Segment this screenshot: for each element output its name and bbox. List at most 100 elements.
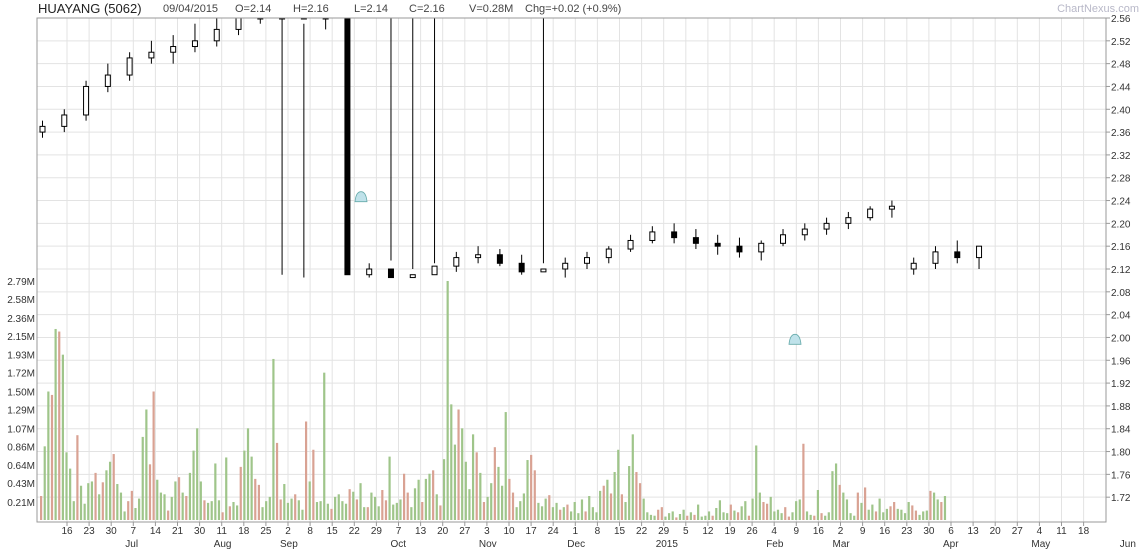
date-tick-label: 23 — [901, 526, 913, 537]
candle-body — [823, 222, 830, 230]
price-tick-label: 1.96 — [1111, 356, 1131, 367]
volume-bar — [236, 505, 239, 520]
candle-body — [344, 17, 351, 276]
volume-tick-label: 1.50M — [7, 388, 35, 399]
volume-bar — [766, 503, 769, 520]
volume-bar — [530, 454, 533, 520]
volume-bar — [591, 507, 594, 520]
volume-bar — [141, 436, 144, 520]
volume-bar — [453, 444, 457, 520]
candle-body — [736, 245, 743, 253]
volume-bar — [693, 514, 696, 520]
volume-bar — [700, 516, 703, 520]
volume-bar — [885, 508, 888, 520]
date-tick-label: 20 — [437, 526, 449, 537]
volume-bar — [715, 508, 718, 520]
volume-bar — [90, 481, 94, 520]
volume-bar — [58, 331, 61, 520]
price-tick-label: 1.76 — [1111, 470, 1131, 481]
date-tick-label: 18 — [238, 526, 250, 537]
volume-bar — [177, 477, 181, 520]
volume-bar — [809, 514, 812, 520]
volume-bar — [490, 483, 493, 520]
volume-bar — [413, 488, 417, 520]
price-tick-label: 2.56 — [1111, 14, 1131, 25]
volume-bar — [167, 510, 170, 520]
date-tick-label: 2 — [285, 526, 291, 537]
volume-bar — [805, 511, 809, 520]
volume-bar — [301, 509, 304, 520]
price-tick-label: 2.04 — [1111, 311, 1131, 322]
volume-bar — [101, 482, 104, 520]
volume-bar — [388, 456, 391, 520]
volume-bar — [294, 494, 297, 520]
candle-body — [453, 257, 460, 267]
volume-bar — [334, 496, 337, 520]
candle-body — [366, 268, 373, 276]
volume-bar — [105, 470, 108, 520]
volume-bar — [446, 281, 449, 520]
volume-bar — [348, 489, 351, 520]
volume-bar — [50, 394, 54, 520]
volume-bar — [664, 516, 667, 520]
volume-bar — [43, 446, 46, 520]
volume-bar — [555, 502, 558, 520]
volume-bar — [849, 513, 852, 520]
volume-bar — [119, 492, 123, 520]
date-tick-label: 7 — [396, 526, 402, 537]
month-label: Oct — [391, 539, 407, 550]
volume-bar — [537, 502, 540, 520]
volume-bar — [192, 450, 195, 520]
volume-bar — [845, 499, 849, 520]
volume-bar — [657, 509, 660, 520]
volume-bar — [842, 492, 845, 520]
volume-bar — [588, 496, 591, 520]
volume-bar — [940, 502, 943, 520]
volume-bar — [156, 479, 159, 520]
volume-bar — [359, 483, 362, 520]
volume-bar — [751, 498, 754, 520]
volume-bar — [867, 509, 870, 520]
date-tick-label: 10 — [503, 526, 515, 537]
volume-bar — [922, 511, 925, 520]
candle-body — [83, 85, 90, 116]
volume-bar — [838, 484, 841, 520]
price-tick-label: 2.08 — [1111, 288, 1131, 299]
volume-bar — [820, 513, 823, 520]
volume-bar — [929, 490, 932, 520]
volume-bar — [824, 515, 827, 520]
date-tick-label: 22 — [349, 526, 361, 537]
volume-bar — [551, 507, 555, 520]
date-tick-label: 16 — [61, 526, 73, 537]
volume-bar — [791, 512, 794, 520]
volume-bar — [406, 492, 409, 520]
volume-bar — [352, 491, 355, 520]
date-tick-label: 17 — [526, 526, 538, 537]
volume-bar — [330, 508, 333, 520]
volume-bar — [573, 502, 576, 520]
candlestick-chart[interactable]: 2.56 2.52 2.48 2.44 2.40 2.36 2.32 2.28 2.24 2.20… — [0, 0, 1145, 550]
price-tick-label: 2.12 — [1111, 265, 1131, 276]
volume-bar — [257, 484, 260, 520]
date-tick-label: 5 — [683, 526, 689, 537]
volume-bar — [501, 485, 504, 520]
candle-body — [409, 274, 416, 279]
volume-bar — [733, 510, 736, 520]
volume-bars — [40, 281, 947, 520]
volume-bar — [479, 472, 482, 520]
price-tick-label: 2.24 — [1111, 197, 1131, 208]
price-tick-label: 2.28 — [1111, 174, 1131, 185]
date-tick-label: 11 — [217, 526, 228, 537]
volume-bar — [152, 391, 155, 520]
volume-bar — [221, 512, 224, 520]
volume-bar — [268, 496, 271, 520]
volume-bar — [726, 513, 729, 520]
volume-bar — [740, 506, 743, 520]
volume-bar — [475, 452, 478, 520]
volume-bar — [174, 481, 177, 520]
volume-bar — [834, 463, 838, 520]
month-label: Aug — [214, 539, 232, 550]
volume-bar — [704, 515, 707, 520]
volume-bar — [747, 515, 751, 520]
volume-bar — [511, 492, 515, 520]
